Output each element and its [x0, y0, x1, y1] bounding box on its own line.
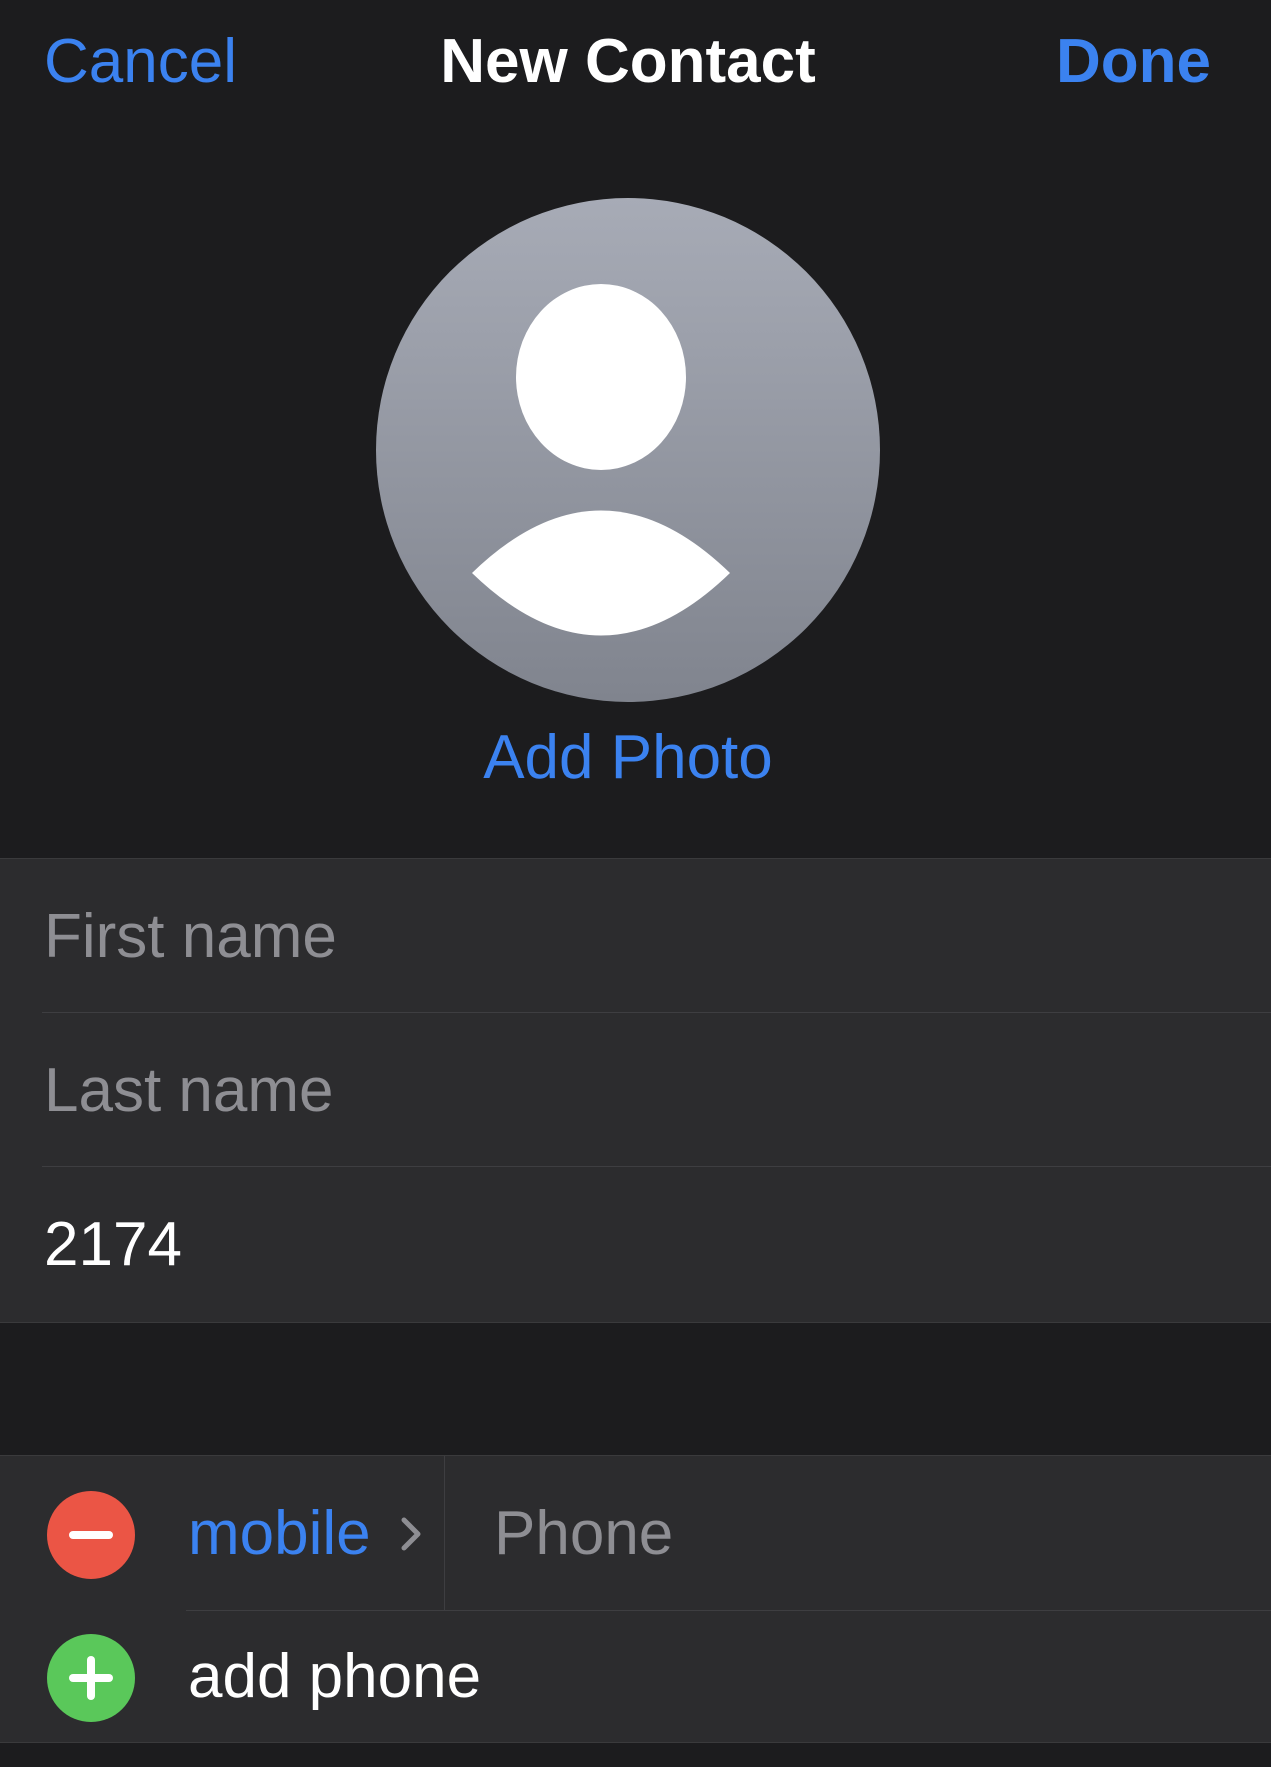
phone-field[interactable]: [494, 1494, 1234, 1574]
divider: [444, 1456, 445, 1610]
last-name-row: [0, 1013, 1271, 1167]
first-name-row: [0, 859, 1271, 1013]
company-field[interactable]: [44, 1205, 1224, 1285]
navigation-bar: Cancel New Contact Done: [0, 0, 1271, 130]
done-button[interactable]: Done: [1056, 26, 1211, 98]
person-silhouette-icon: [472, 284, 730, 636]
chevron-right-icon: [401, 1517, 421, 1551]
company-row: [0, 1167, 1271, 1321]
last-name-field[interactable]: [44, 1051, 1224, 1131]
minus-circle-icon[interactable]: [47, 1491, 135, 1579]
contact-avatar[interactable]: [376, 198, 880, 702]
add-phone-label: add phone: [188, 1642, 482, 1711]
plus-circle-icon[interactable]: [47, 1634, 135, 1722]
new-contact-screen: Cancel New Contact Done Add Photo mobile: [0, 0, 1271, 1767]
name-fields-group: [0, 858, 1271, 1323]
add-phone-button[interactable]: add phone: [0, 1611, 1271, 1742]
phone-fields-group: mobile add phone: [0, 1455, 1271, 1743]
first-name-field[interactable]: [44, 897, 1224, 977]
add-photo-button[interactable]: Add Photo: [0, 722, 1256, 794]
phone-label-selector[interactable]: mobile: [188, 1456, 444, 1610]
phone-label: mobile: [188, 1499, 371, 1568]
